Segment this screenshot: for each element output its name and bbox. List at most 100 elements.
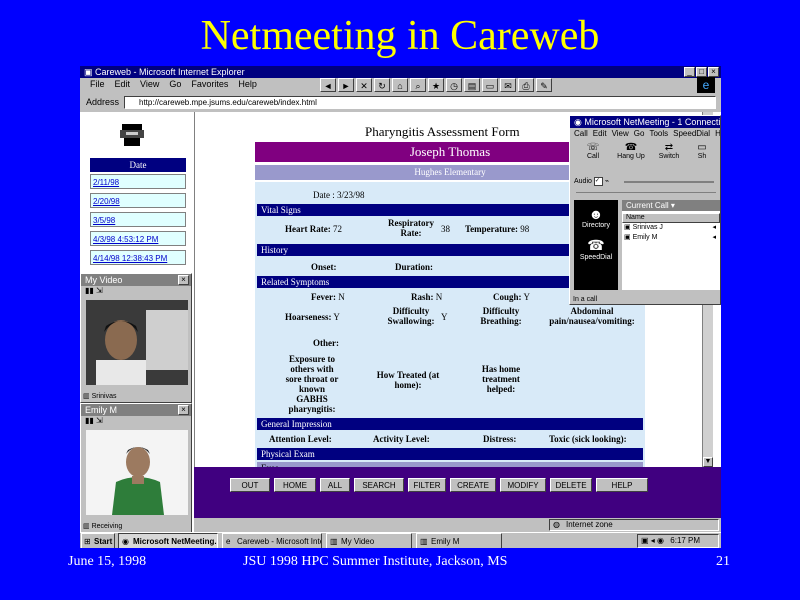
nm-menu-speeddial[interactable]: SpeedDial <box>673 128 710 140</box>
nm-menu-go[interactable]: Go <box>634 128 645 140</box>
difficulty-swallowing-label: Difficulty Swallowing: <box>387 306 435 326</box>
delete-button[interactable]: DELETE <box>550 478 592 492</box>
date-link[interactable]: 3/5/98 <box>90 212 186 227</box>
nm-menu-edit[interactable]: Edit <box>593 128 607 140</box>
footer-date: June 15, 1998 <box>68 554 147 569</box>
taskbar-item-remote-video[interactable]: ▥ Emily M <box>416 533 502 548</box>
careweb-logo-icon <box>118 122 148 148</box>
filter-button[interactable]: FILTER <box>408 478 446 492</box>
channels-icon[interactable]: ▤ <box>464 78 480 92</box>
nm-menu-tools[interactable]: Tools <box>649 128 668 140</box>
ie-logo-icon: e <box>697 77 715 93</box>
tray-volume-icon[interactable]: ◂ <box>651 536 655 545</box>
directory-item[interactable]: ☻ Directory <box>574 200 618 229</box>
tray-network-icon[interactable]: ▣ <box>638 536 649 545</box>
start-button[interactable]: ⊞ Start <box>81 533 115 548</box>
temperature-label: Temperature: <box>465 224 518 234</box>
remote-video-controls: ▮▮ ⇲ <box>81 416 191 426</box>
pause-icon[interactable]: ▮▮ <box>85 416 94 425</box>
browser-titlebar[interactable]: ▣ Careweb - Microsoft Internet Explorer … <box>80 66 721 78</box>
name-column-header[interactable]: Name <box>622 213 720 223</box>
participant-row[interactable]: ▣ Srinivas J ◂ <box>622 223 720 233</box>
audio-label: Audio <box>574 178 592 185</box>
taskbar: ⊞ Start ◉ Microsoft NetMeeting... e Care… <box>80 532 721 548</box>
date-link[interactable]: 2/11/98 <box>90 174 186 189</box>
remote-video-titlebar[interactable]: Emily M × <box>81 404 191 416</box>
dock-icon[interactable]: ⇲ <box>96 286 103 295</box>
home-button[interactable]: HOME <box>274 478 316 492</box>
back-icon[interactable]: ◄ <box>320 78 336 92</box>
taskbar-item-my-video[interactable]: ▥ My Video <box>326 533 412 548</box>
help-button[interactable]: HELP <box>596 478 648 492</box>
hoarseness-label: Hoarseness: <box>285 312 332 322</box>
my-video-caption: ▥ Srinivas <box>83 393 117 400</box>
participant-row[interactable]: ▣ Emily M ◂ <box>622 233 720 243</box>
audio-status-icon: ◂ <box>712 234 716 241</box>
menu-help[interactable]: Help <box>238 78 257 90</box>
menu-favorites[interactable]: Favorites <box>191 78 228 90</box>
footer-center: JSU 1998 HPC Summer Institute, Jackson, … <box>243 554 508 569</box>
hang-up-button[interactable]: ☎ Hang Up <box>616 142 646 168</box>
nm-menu-help[interactable]: He <box>715 128 720 140</box>
create-button[interactable]: CREATE <box>450 478 496 492</box>
netmeeting-statusbar: In a call <box>573 296 598 303</box>
out-button[interactable]: OUT <box>230 478 270 492</box>
call-button[interactable]: ☏ Call <box>578 142 608 168</box>
dropdown-icon[interactable]: ▾ <box>671 201 675 210</box>
refresh-icon[interactable]: ↻ <box>374 78 390 92</box>
switch-button[interactable]: ⇄ Switch <box>654 142 684 168</box>
audio-checkbox[interactable]: ✓ <box>593 176 603 186</box>
minimize-icon[interactable]: _ <box>684 67 695 77</box>
remote-video-feed <box>86 430 188 515</box>
netmeeting-titlebar[interactable]: ◉ Microsoft NetMeeting - 1 Connection <box>570 116 720 128</box>
menu-edit[interactable]: Edit <box>115 78 131 90</box>
participant-icon: ▣ <box>624 234 633 241</box>
section-general-impression: General Impression <box>257 418 643 430</box>
nm-menu-view[interactable]: View <box>612 128 629 140</box>
maximize-icon[interactable]: □ <box>696 67 707 77</box>
search-icon[interactable]: ⌕ <box>410 78 426 92</box>
search-button[interactable]: SEARCH <box>354 478 404 492</box>
date-link[interactable]: 2/20/98 <box>90 193 186 208</box>
duration-label: Duration: <box>395 262 433 272</box>
tray-netmeeting-icon[interactable]: ◉ <box>657 536 664 545</box>
how-treated-label: How Treated (at home): <box>376 370 440 390</box>
fullscreen-icon[interactable]: ▭ <box>482 78 498 92</box>
desktop-screenshot: ▣ Careweb - Microsoft Internet Explorer … <box>80 66 721 548</box>
close-icon[interactable]: × <box>178 275 189 285</box>
taskbar-item-careweb[interactable]: e Careweb - Microsoft Inte... <box>222 533 322 548</box>
dock-icon[interactable]: ⇲ <box>96 416 103 425</box>
all-button[interactable]: ALL <box>320 478 350 492</box>
modify-button[interactable]: MODIFY <box>500 478 546 492</box>
pause-icon[interactable]: ▮▮ <box>85 286 94 295</box>
edit-icon[interactable]: ✎ <box>536 78 552 92</box>
forward-icon[interactable]: ► <box>338 78 354 92</box>
scroll-down-icon[interactable]: ▼ <box>703 457 713 467</box>
address-input[interactable]: http://careweb.mpe.jsums.edu/careweb/ind… <box>124 96 716 109</box>
remote-video-caption: ▥ Receiving <box>83 523 123 530</box>
menu-file[interactable]: File <box>90 78 105 90</box>
history-icon[interactable]: ◷ <box>446 78 462 92</box>
close-icon[interactable]: × <box>178 405 189 415</box>
date-link[interactable]: 4/14/98 12:38:43 PM <box>90 250 186 265</box>
mail-icon[interactable]: ✉ <box>500 78 516 92</box>
nm-menu-call[interactable]: Call <box>574 128 588 140</box>
my-video-controls: ▮▮ ⇲ <box>81 286 191 296</box>
speeddial-item[interactable]: ☎ SpeedDial <box>574 229 618 261</box>
other-label: Other: <box>313 338 339 348</box>
stop-icon[interactable]: ✕ <box>356 78 372 92</box>
home-icon[interactable]: ⌂ <box>392 78 408 92</box>
close-icon[interactable]: × <box>708 67 719 77</box>
taskbar-item-netmeeting[interactable]: ◉ Microsoft NetMeeting... <box>118 533 218 548</box>
participant-icon: ▣ <box>624 224 633 231</box>
date-link[interactable]: 4/3/98 4:53:12 PM <box>90 231 186 246</box>
volume-slider[interactable] <box>624 181 714 183</box>
switch-icon: ⇄ <box>664 142 674 153</box>
favorites-icon[interactable]: ★ <box>428 78 444 92</box>
hoarseness-value: Y <box>333 312 340 322</box>
menu-view[interactable]: View <box>140 78 159 90</box>
my-video-titlebar[interactable]: My Video × <box>81 274 191 286</box>
menu-go[interactable]: Go <box>169 78 181 90</box>
print-icon[interactable]: ⎙ <box>518 78 534 92</box>
share-button[interactable]: ▭ Sh <box>692 142 712 168</box>
